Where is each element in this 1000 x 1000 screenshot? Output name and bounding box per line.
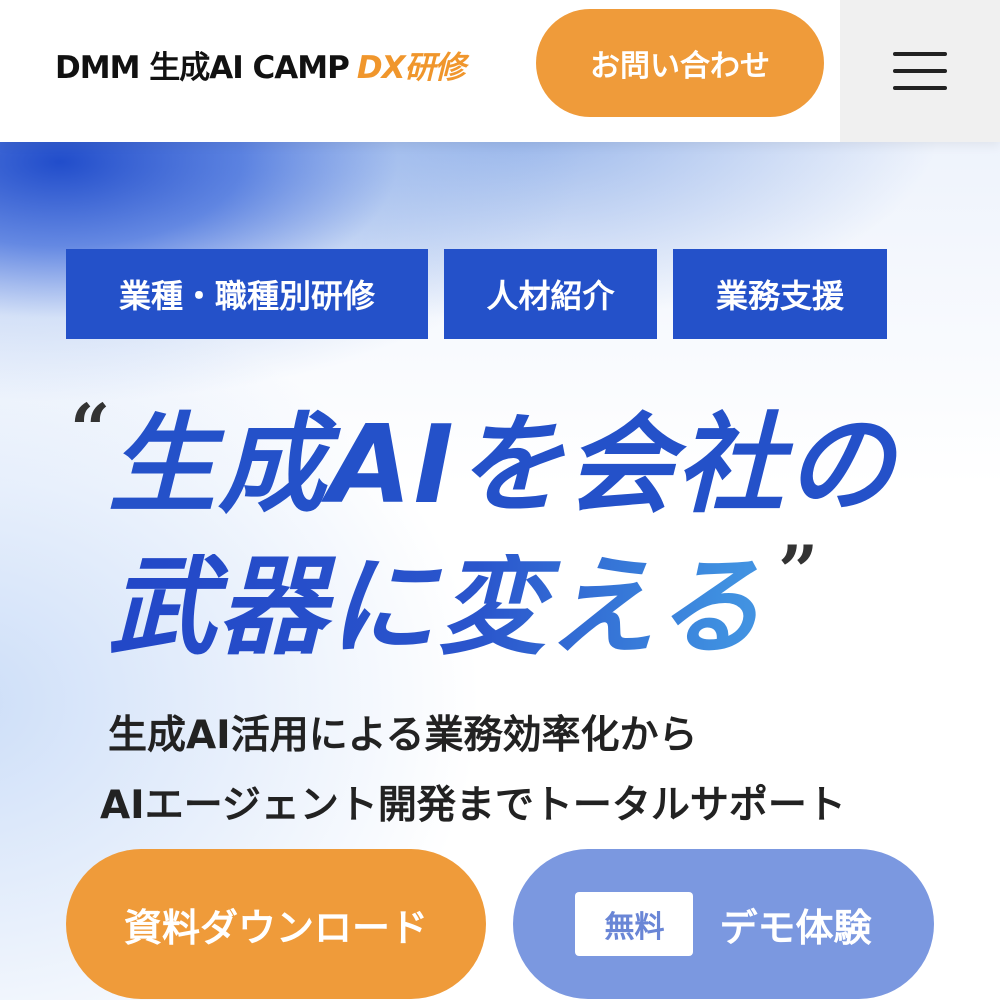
tag-recruitment[interactable]: 人材紹介: [444, 249, 657, 339]
quote-open-mark: “: [70, 388, 111, 471]
demo-button-label: デモ体験: [719, 905, 872, 950]
subtext-line-1: 生成AI活用による業務効率化から: [108, 713, 698, 758]
hamburger-menu-icon: [893, 50, 947, 92]
site-header: DMM 生成AI CAMP DX研修 お問い合わせ: [0, 0, 1000, 142]
site-logo[interactable]: DMM 生成AI CAMP DX研修: [55, 42, 465, 86]
logo-main-text: DMM 生成AI CAMP: [55, 50, 350, 86]
quote-close-mark: ”: [778, 530, 819, 613]
logo-sub-text: DX研修: [356, 50, 466, 86]
tag-business-support[interactable]: 業務支援: [673, 249, 887, 339]
free-badge: 無料: [575, 892, 694, 956]
hero-section: 業種・職種別研修 人材紹介 業務支援 “ 生成AIを会社の 武器に変える ” 生…: [0, 142, 1000, 1000]
download-materials-button[interactable]: 資料ダウンロード: [66, 849, 486, 999]
tag-industry-training[interactable]: 業種・職種別研修: [66, 249, 428, 339]
headline-line-1: 生成AIを会社の: [108, 403, 896, 528]
contact-button[interactable]: お問い合わせ: [536, 9, 824, 117]
menu-button[interactable]: [840, 0, 1000, 142]
subtext-line-2: AIエージェント開発までトータルサポート: [100, 783, 846, 828]
demo-button[interactable]: 無料 デモ体験: [513, 849, 934, 999]
